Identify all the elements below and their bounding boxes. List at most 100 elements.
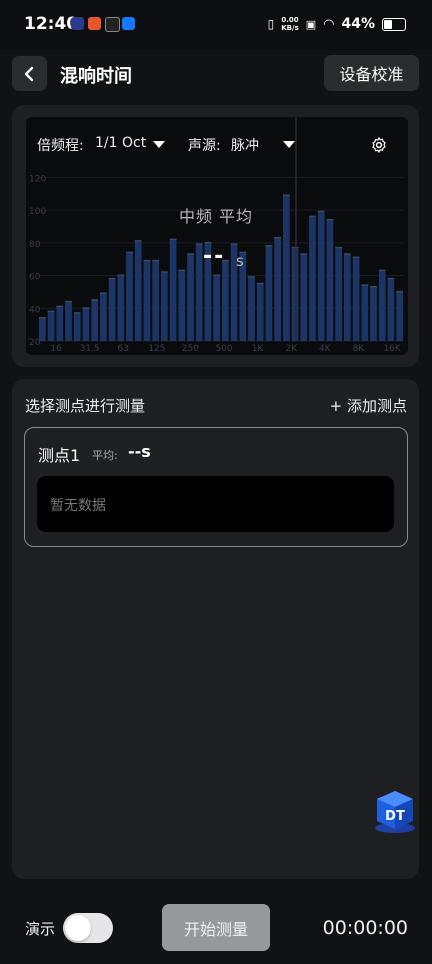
chart-bar <box>152 260 159 341</box>
mid-frequency-average-value: -- <box>203 244 226 269</box>
network-speed: 0.00 KB/s <box>281 16 299 32</box>
chart-bar <box>213 275 220 341</box>
chart-bar <box>344 254 351 341</box>
chart-bar <box>274 237 281 341</box>
device-calibration-button[interactable]: 设备校准 <box>324 55 419 91</box>
chart-bar <box>222 260 229 341</box>
x-tick-label: 4K <box>319 344 332 354</box>
chart-bar-cap <box>56 305 64 308</box>
wifi-icon: ◠ <box>323 16 335 32</box>
chart-bar-cap <box>65 300 72 303</box>
chart-bar-cap <box>108 277 116 280</box>
chart-bar <box>352 257 360 341</box>
chart-bar <box>378 270 386 341</box>
chart-bar-cap <box>396 290 403 293</box>
chart-bar-cap <box>274 236 281 239</box>
chart-bar-cap <box>73 312 81 314</box>
chart-bar-cap <box>300 253 308 255</box>
y-tick-label: 80 <box>29 240 41 250</box>
chart-bar-cap <box>283 194 290 196</box>
status-time: 12:40 <box>24 14 79 34</box>
x-tick-label: 8K <box>353 344 366 354</box>
chart-bar <box>248 277 255 341</box>
chart-bar <box>161 272 168 341</box>
chart-bar <box>370 287 377 341</box>
chart-bar-cap <box>91 299 98 301</box>
x-tick-label: 1K <box>252 344 265 354</box>
chart-bar <box>265 246 273 341</box>
chart-bar-cap <box>335 246 342 249</box>
chart-bar-cap <box>230 243 238 245</box>
chart-bar <box>387 278 395 341</box>
sim-icon: ▣ <box>305 17 317 31</box>
chart-bar <box>187 254 194 341</box>
chart-bar-cap <box>248 276 255 278</box>
octave-label: 倍频程: <box>37 138 84 154</box>
source-dropdown-icon[interactable] <box>283 141 295 148</box>
chevron-left-icon <box>24 66 33 81</box>
chart-bar-cap <box>143 259 151 262</box>
dt-floating-icon[interactable]: DT <box>372 788 418 834</box>
chart-bar <box>56 306 64 341</box>
add-point-button[interactable]: + 添加测点 <box>330 395 407 416</box>
chart-bar-cap <box>47 310 55 313</box>
chart-bar-cap <box>100 292 107 295</box>
source-label: 声源: <box>188 138 221 154</box>
x-tick-label: 31.5 <box>80 344 100 354</box>
alipay-notification-icon <box>122 17 135 30</box>
chart-bar <box>169 239 177 341</box>
chart-bar <box>361 285 369 341</box>
chart-bar <box>291 247 299 341</box>
demo-label: 演示 <box>25 920 56 938</box>
start-measurement-button[interactable]: 开始测量 <box>162 904 270 951</box>
chart-bar <box>134 241 142 341</box>
chart-bar-cap <box>370 286 377 288</box>
chart-bar-cap <box>291 246 299 249</box>
chart-bar <box>108 278 116 341</box>
x-tick-label: 2K <box>285 344 298 354</box>
timer: 00:00:00 <box>322 917 408 939</box>
chart-bar-cap <box>187 253 194 255</box>
chart-bar <box>65 301 72 341</box>
x-tick-label: 63 <box>117 344 128 354</box>
chart-bar-cap <box>82 307 90 309</box>
octave-value[interactable]: 1/1 Oct <box>95 135 146 151</box>
demo-toggle[interactable] <box>63 913 113 943</box>
dt-badge-text: DT <box>385 809 405 824</box>
chart-bar <box>317 211 325 341</box>
chart-bar <box>126 252 133 341</box>
source-value[interactable]: 脉冲 <box>231 135 259 155</box>
point-name: 测点1 <box>38 446 81 465</box>
chart-bar-cap <box>178 269 186 272</box>
chart-bar-cap <box>161 271 168 273</box>
chart-bar-cap <box>195 243 203 245</box>
octave-dropdown-icon[interactable] <box>153 141 165 148</box>
y-tick-label: 60 <box>29 273 41 283</box>
chart-bar-cap <box>352 256 360 259</box>
chart-bar <box>335 247 342 341</box>
mid-frequency-average-unit: s <box>236 252 244 270</box>
chart-bar-cap <box>344 253 351 255</box>
chart-bar <box>47 311 55 341</box>
chart-bar-cap <box>134 240 142 242</box>
chart-bar <box>100 293 107 341</box>
y-tick-label: 120 <box>29 174 46 184</box>
chart-bar-cap <box>117 274 125 277</box>
x-tick-label: 500 <box>215 344 232 354</box>
x-tick-label: 16K <box>383 344 401 354</box>
chart-bar <box>82 308 90 341</box>
battery-icon <box>382 17 406 31</box>
settings-gear-icon[interactable] <box>370 136 388 154</box>
battery-percent: 44% <box>341 16 375 32</box>
vibrate-icon: ▯ <box>267 17 275 31</box>
back-button[interactable] <box>12 56 47 91</box>
app-notification-icon <box>105 17 120 32</box>
point-average-value: --s <box>128 442 151 461</box>
chart-bar-cap <box>152 259 159 262</box>
app-notification-icon <box>88 17 101 30</box>
chart-bar <box>326 219 334 341</box>
chart-bar-cap <box>378 269 386 272</box>
chart-bar <box>309 216 316 341</box>
page-title: 混响时间 <box>60 66 132 87</box>
chart-bar-cap <box>213 274 220 277</box>
